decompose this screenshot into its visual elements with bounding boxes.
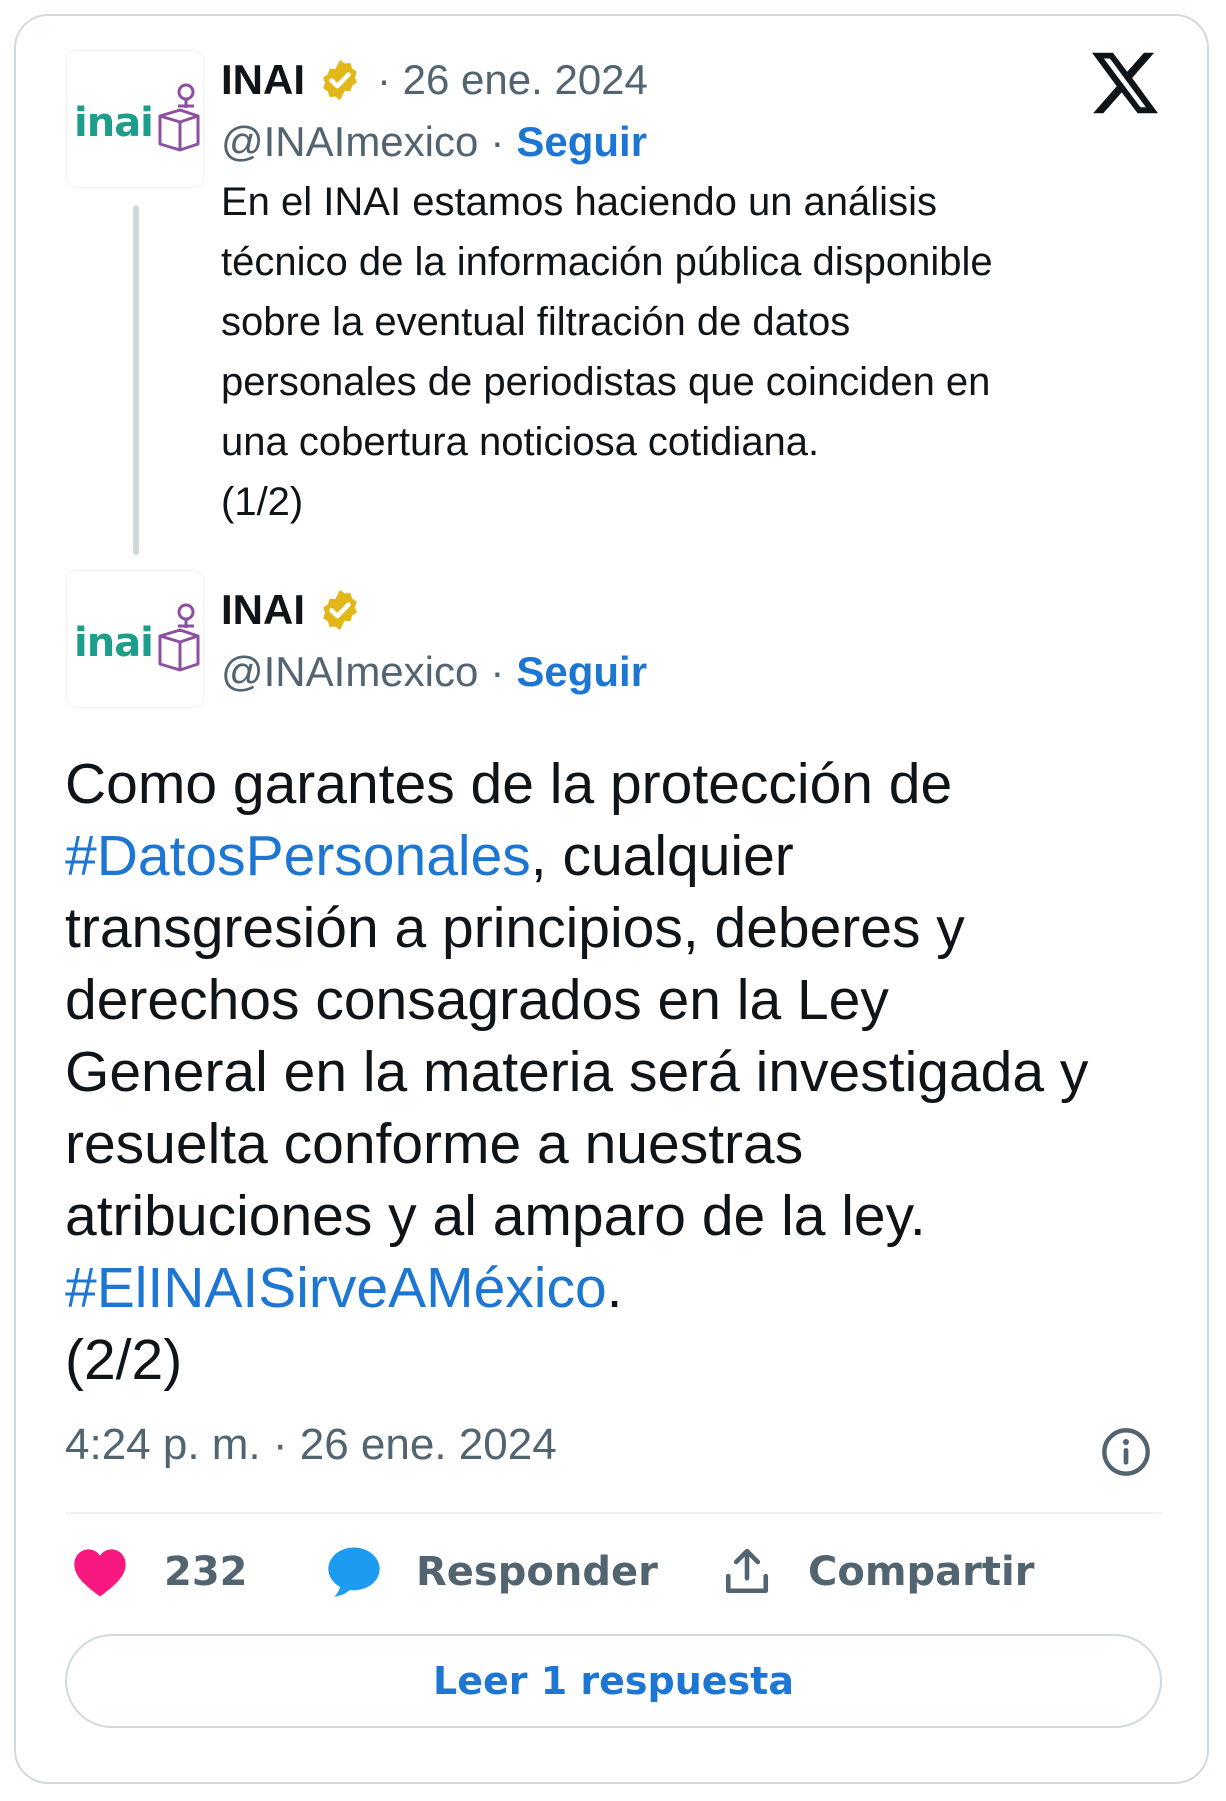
info-icon[interactable] [1100,1426,1152,1478]
author-handle[interactable]: @INAImexico [221,118,478,166]
like-button[interactable]: 232 [72,1542,248,1602]
author-name[interactable]: INAI [221,586,305,634]
thread-connector-line [133,205,139,555]
inai-avatar[interactable]: inai [66,570,204,708]
author-handle[interactable]: @INAImexico [221,648,478,696]
share-upload-icon [725,1548,769,1594]
tweet-text-line: (2/2) [65,1328,183,1392]
tweet-text-line: una cobertura noticiosa cotidiana. [221,420,820,464]
tweet-text-line: resuelta conforme a nuestras [65,1112,804,1176]
tweet-text-line: (1/2) [221,480,304,524]
avatar-logo-text: inai [74,620,154,666]
tweet-text-line: derechos consagrados en la Ley [65,968,889,1032]
separator-dot: · [490,648,505,695]
verified-badge-icon [323,59,357,101]
hashtag-link[interactable]: #ElINAISirveAMéxico [65,1256,607,1320]
divider [65,1512,1162,1514]
reply-label: Responder [416,1549,658,1595]
tweet-text-fragment: . [606,1256,623,1320]
read-replies-button[interactable]: Leer 1 respuesta [65,1634,1162,1728]
tweet1-author-row: INAI · 26 ene. 2024 [221,52,648,108]
tweet-text-line: Como garantes de la protección de [65,752,953,816]
tweet2-text: Como garantes de la protección de #Datos… [65,748,1185,1396]
read-replies-label: Leer 1 respuesta [433,1659,794,1703]
share-button[interactable]: Compartir [722,1542,1034,1602]
tweet-timestamp[interactable]: 4:24 p. m. · 26 ene. 2024 [65,1420,557,1470]
tweet1-handle-row: @INAImexico · Seguir [221,114,647,170]
follow-button[interactable]: Seguir [516,118,647,166]
x-logo-icon[interactable] [1092,52,1158,114]
reply-button[interactable]: Responder [326,1542,658,1602]
avatar-logo-text: inai [74,100,154,146]
verified-badge-icon [323,589,357,631]
tweet-text-line: General en la materia será investigada y [65,1040,1089,1104]
inai-logo-icon [158,83,200,152]
author-name[interactable]: INAI [221,56,305,104]
tweet-date[interactable]: · 26 ene. 2024 [377,56,648,104]
tweet2-handle-row: @INAImexico · Seguir [221,644,647,700]
tweet-text-line: técnico de la información pública dispon… [221,240,993,284]
tweet-text-line: #DatosPersonales, cualquier [65,820,1185,892]
tweet-text-line: sobre la eventual filtración de datos [221,300,851,344]
share-label: Compartir [808,1549,1035,1595]
inai-logo-icon [158,603,200,672]
hashtag-link[interactable]: #DatosPersonales [65,824,531,888]
inai-avatar[interactable]: inai [66,50,204,188]
tweet-text-fragment: , cualquier [530,824,794,888]
tweet-text-line: En el INAI estamos haciendo un análisis [221,180,937,224]
tweet-text-line: personales de periodistas que coinciden … [221,360,991,404]
reply-bubble-icon [328,1547,380,1597]
tweet-text-line: atribuciones y al amparo de la ley. [65,1184,926,1248]
separator-dot: · [490,118,505,165]
like-count: 232 [164,1549,248,1595]
tweet1-text: En el INAI estamos haciendo un análisis … [221,172,1181,532]
tweet-text-line: transgresión a principios, deberes y [65,896,965,960]
heart-icon [74,1549,126,1597]
follow-button[interactable]: Seguir [516,648,647,696]
tweet2-author-row: INAI [221,582,363,638]
tweet-text-line: #ElINAISirveAMéxico. [65,1252,1185,1324]
